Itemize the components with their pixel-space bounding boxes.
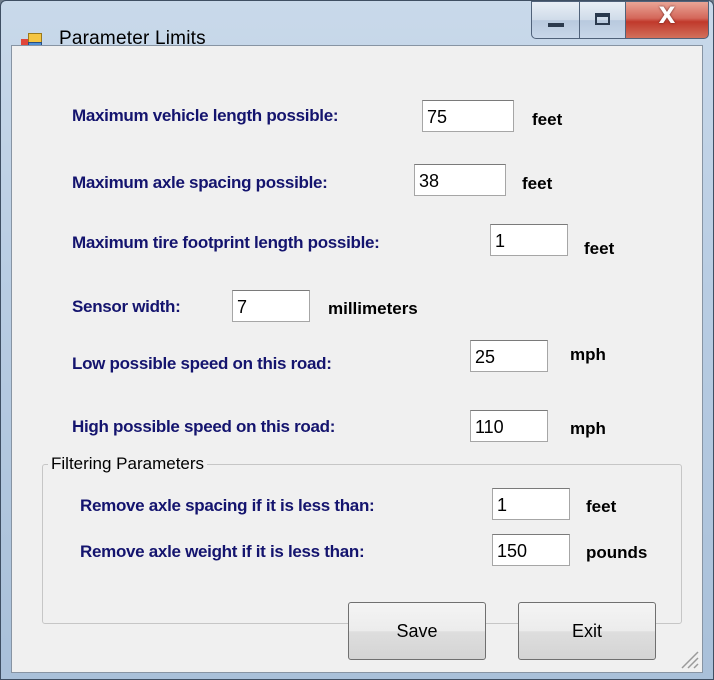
maximize-button[interactable] xyxy=(579,1,625,39)
max-tire-footprint-label: Maximum tire footprint length possible: xyxy=(72,233,380,252)
remove-axle-spacing-unit: feet xyxy=(586,497,617,516)
sensor-width-input[interactable] xyxy=(232,290,310,322)
parameter-limits-window: Parameter Limits X Maximum vehicle lengt… xyxy=(0,0,714,680)
low-speed-input[interactable] xyxy=(470,340,548,372)
low-speed-unit: mph xyxy=(570,345,606,364)
max-vehicle-length-input[interactable] xyxy=(422,100,514,132)
high-speed-input[interactable] xyxy=(470,410,548,442)
max-tire-footprint-input[interactable] xyxy=(490,224,568,256)
remove-axle-weight-input[interactable] xyxy=(492,534,570,566)
close-button[interactable]: X xyxy=(625,1,709,39)
maximize-icon xyxy=(595,13,610,25)
exit-button[interactable]: Exit xyxy=(518,602,656,660)
filtering-parameters-title: Filtering Parameters xyxy=(48,454,208,474)
max-tire-footprint-unit: feet xyxy=(584,239,615,258)
high-speed-unit: mph xyxy=(570,419,606,438)
client-area: Maximum vehicle length possible: feet Ma… xyxy=(11,45,703,673)
max-axle-spacing-input[interactable] xyxy=(414,164,506,196)
size-grip-icon[interactable] xyxy=(676,646,700,670)
remove-axle-weight-unit: pounds xyxy=(586,543,648,562)
close-icon: X xyxy=(658,4,676,29)
remove-axle-weight-label: Remove axle weight if it is less than: xyxy=(80,542,365,561)
low-speed-label: Low possible speed on this road: xyxy=(72,354,332,373)
sensor-width-unit: millimeters xyxy=(328,299,418,318)
save-button[interactable]: Save xyxy=(348,602,486,660)
caption-buttons: X xyxy=(531,1,709,45)
max-vehicle-length-unit: feet xyxy=(532,110,563,129)
minimize-icon xyxy=(548,23,564,27)
sensor-width-label: Sensor width: xyxy=(72,297,181,316)
minimize-button[interactable] xyxy=(531,1,579,39)
remove-axle-spacing-input[interactable] xyxy=(492,488,570,520)
high-speed-label: High possible speed on this road: xyxy=(72,417,336,436)
remove-axle-spacing-label: Remove axle spacing if it is less than: xyxy=(80,496,375,515)
max-axle-spacing-unit: feet xyxy=(522,174,553,193)
max-vehicle-length-label: Maximum vehicle length possible: xyxy=(72,106,339,125)
max-axle-spacing-label: Maximum axle spacing possible: xyxy=(72,173,328,192)
